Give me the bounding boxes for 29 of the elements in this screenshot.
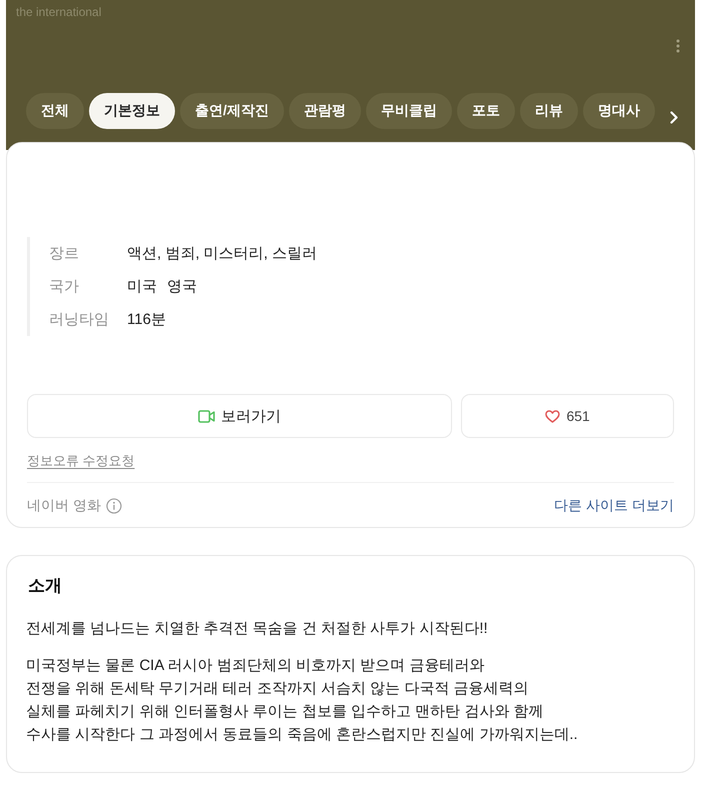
info-value: 116분	[127, 310, 166, 329]
info-label: 장르	[49, 244, 80, 263]
info-label: 국가	[49, 277, 80, 296]
info-value: 미국	[127, 277, 157, 296]
info-icon[interactable]	[106, 498, 122, 514]
tab[interactable]: 리뷰	[520, 93, 578, 129]
more-icon[interactable]	[676, 39, 680, 53]
intro-paragraph: 전세계를 넘나드는 치열한 추격전 목숨을 건 처절한 사투가 시작된다!!	[26, 619, 489, 639]
tab[interactable]: 포토	[456, 93, 515, 129]
movie-title: the international	[16, 5, 102, 20]
tab[interactable]: 전체	[26, 93, 84, 129]
tab[interactable]: 기본정보	[89, 93, 175, 129]
report-error-link[interactable]: 정보오류 수정요청	[27, 453, 135, 468]
info-value: 액션, 범죄, 미스터리, 스릴러	[127, 244, 318, 263]
tab[interactable]: 명대사	[582, 93, 655, 129]
section-title: 소개	[28, 575, 62, 597]
like-button[interactable]: 651	[461, 394, 674, 438]
info-label: 러닝타임	[49, 310, 110, 329]
tab[interactable]: 관람평	[288, 93, 361, 129]
source-label: 네이버 영화	[27, 497, 101, 515]
heart-icon	[545, 410, 560, 422]
info-value: 영국	[167, 277, 197, 296]
chevron-right-icon[interactable]	[670, 110, 678, 124]
watch-button[interactable]: 보러가기	[27, 394, 452, 438]
tab[interactable]: 무비클립	[366, 93, 452, 129]
tab[interactable]: 출연/제작진	[180, 93, 284, 129]
more-sites-link[interactable]: 다른 사이트 더보기	[554, 497, 674, 515]
intro-paragraph: 미국정부는 물론 CIA 러시아 범죄단체의 비호까지 받으며 금융테러와 전쟁을 위해 돈세탁 무기거래 테러 조작까지 서슴치 않는 다국적 금융세력의 실체를 파헤치기 위해 인터폴형사 루이는 첩보를 입수하고 맨하탄 검사와 함께 수사를 시작한다 그 과정에서 동료들의 죽음에 혼란스럽지만 진실에 가까워지는데..	[26, 656, 579, 745]
video-camera-icon	[198, 410, 216, 422]
